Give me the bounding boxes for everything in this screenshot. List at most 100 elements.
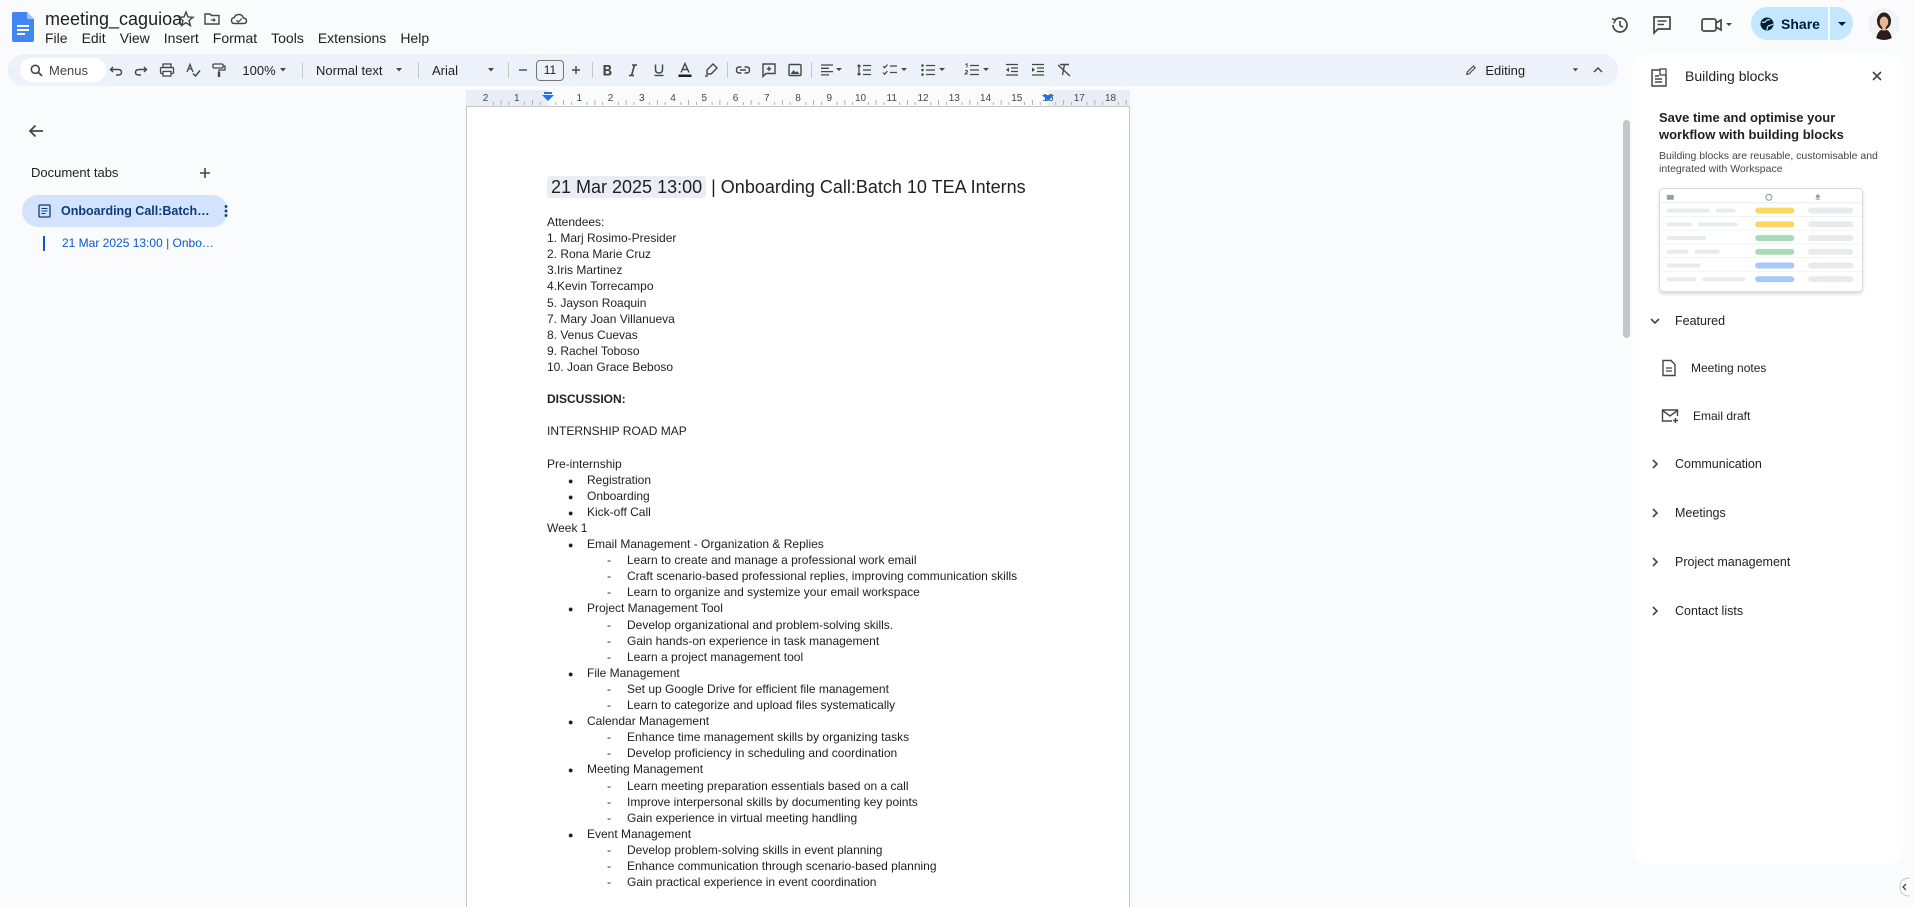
document-heading[interactable]: 21 Mar 2025 13:00 | Onboarding Call:Batc… (547, 176, 1026, 198)
cloud-status-icon[interactable] (229, 9, 249, 29)
ruler-label: 8 (795, 93, 801, 104)
share-button[interactable]: Share (1751, 7, 1828, 40)
insert-link-button[interactable] (733, 58, 753, 82)
toolbar-divider (302, 62, 303, 78)
menus-search-label: Menus (49, 62, 89, 78)
comments-icon[interactable] (1649, 12, 1675, 38)
sub-bullet-item: Craft scenario-based professional replie… (607, 569, 1017, 583)
ruler-label: 7 (764, 93, 770, 104)
sub-bullet-item: Learn to categorize and upload files sys… (607, 698, 895, 712)
menu-tools[interactable]: Tools (264, 28, 311, 50)
highlight-color-button[interactable] (701, 58, 721, 82)
font-family-select[interactable]: Arial (424, 58, 502, 82)
featured-item-meeting-notes[interactable]: Meeting notes (1661, 359, 1766, 377)
sub-bullet-item: Gain hands-on experience in task managem… (607, 634, 879, 648)
section-heading: DISCUSSION: (547, 392, 626, 407)
menus-search[interactable]: Menus (20, 58, 106, 82)
paragraph-line: 5. Jayson Roaquin (547, 295, 647, 310)
back-arrow-icon[interactable] (24, 119, 48, 143)
avatar[interactable] (1868, 8, 1900, 40)
document-title[interactable]: meeting_caguioa (45, 9, 182, 30)
decrease-indent-button[interactable] (1002, 58, 1022, 82)
align-select[interactable] (818, 58, 846, 82)
docs-logo-icon[interactable] (12, 12, 34, 42)
bold-button[interactable] (597, 58, 617, 82)
star-icon[interactable] (176, 9, 196, 29)
category-contact-lists[interactable]: Contact lists (1649, 604, 1743, 618)
share-options-button[interactable] (1830, 7, 1853, 40)
menu-extensions[interactable]: Extensions (311, 28, 393, 50)
category-meetings[interactable]: Meetings (1649, 506, 1726, 520)
menu-format[interactable]: Format (206, 28, 264, 50)
underline-button[interactable] (649, 58, 669, 82)
ruler-label: 10 (855, 93, 867, 104)
close-icon[interactable] (1871, 70, 1883, 82)
paragraph-style-select[interactable]: Normal text (310, 58, 410, 82)
spelling-check-button[interactable] (182, 58, 204, 82)
italic-button[interactable] (623, 58, 643, 82)
toolbar-divider (811, 62, 812, 78)
paragraph-line: 4.Kevin Torrecampo (547, 279, 654, 294)
editing-mode-select[interactable]: Editing (1455, 58, 1580, 82)
paragraph-style-value: Normal text (316, 62, 383, 78)
category-project-management[interactable]: Project management (1649, 555, 1790, 569)
menu-edit[interactable]: Edit (75, 28, 113, 50)
paint-format-button[interactable] (208, 58, 230, 82)
menu-view[interactable]: View (113, 28, 157, 50)
ruler-label: 9 (826, 93, 832, 104)
add-tab-icon[interactable] (196, 164, 214, 182)
collapse-side-panel-icon[interactable] (1896, 876, 1910, 898)
hide-menus-button[interactable] (1588, 58, 1608, 82)
text-color-button[interactable] (675, 58, 695, 82)
category-communication[interactable]: Communication (1649, 457, 1762, 471)
caret-down-icon (1572, 68, 1579, 72)
menu-insert[interactable]: Insert (157, 28, 206, 50)
redo-button[interactable] (130, 58, 152, 82)
print-button[interactable] (156, 58, 178, 82)
font-size-input[interactable]: 11 (536, 60, 564, 81)
undo-button[interactable] (105, 58, 127, 82)
checklist-select[interactable] (880, 58, 912, 82)
align-left-icon (821, 64, 842, 76)
insert-image-button[interactable] (785, 58, 805, 82)
date-chip[interactable]: 21 Mar 2025 13:00 (547, 176, 707, 198)
globe-icon (1760, 17, 1774, 30)
featured-item-email-draft[interactable]: Email draft (1661, 408, 1750, 424)
italic-icon (629, 64, 637, 77)
sub-bullet-item: Develop organizational and problem-solvi… (607, 618, 893, 632)
featured-item-label: Email draft (1693, 409, 1751, 423)
zoom-select[interactable]: 100% (236, 58, 296, 82)
document-page[interactable]: 21 Mar 2025 13:00 | Onboarding Call:Batc… (466, 106, 1130, 907)
outline-heading-link[interactable]: 21 Mar 2025 13:00 | Onboarding Call:Batc… (62, 236, 214, 250)
link-icon (735, 66, 751, 74)
scrollbar-thumb[interactable] (1623, 120, 1630, 338)
meet-video-icon[interactable] (1699, 12, 1735, 38)
insert-comment-button[interactable] (759, 58, 779, 82)
ruler-label: 12 (917, 93, 929, 104)
illustration-mark (1808, 207, 1854, 214)
sub-bullet-item: Gain experience in virtual meeting handl… (607, 811, 857, 825)
featured-section-toggle[interactable]: Featured (1649, 314, 1725, 328)
building-blocks-panel: Building blocks Save time and optimise y… (1633, 54, 1903, 864)
horizontal-ruler[interactable]: 21123456789101112131415161718 (466, 90, 1130, 106)
bulleted-list-select[interactable] (918, 58, 950, 82)
more-options-icon[interactable] (218, 203, 234, 219)
document-tab-onboarding[interactable]: Onboarding Call:Batch 10 TEA Interns (22, 195, 228, 227)
increase-indent-button[interactable] (1028, 58, 1048, 82)
bullet-item: Meeting Management (568, 762, 703, 777)
pencil-icon (1466, 65, 1476, 76)
menu-help[interactable]: Help (393, 28, 436, 50)
share-button-group: Share (1751, 7, 1853, 40)
underline-icon (654, 64, 664, 77)
clear-formatting-button[interactable] (1054, 58, 1074, 82)
decrease-font-size-button[interactable] (513, 58, 533, 82)
panel-title: Building blocks (1685, 68, 1779, 84)
chevron-right-icon (1652, 459, 1659, 469)
numbered-list-select[interactable] (962, 58, 994, 82)
version-history-icon[interactable] (1607, 12, 1633, 38)
menu-file[interactable]: File (38, 28, 75, 50)
increase-font-size-button[interactable] (566, 58, 586, 82)
line-spacing-button[interactable] (854, 58, 874, 82)
checklist-icon (882, 64, 907, 76)
move-to-folder-icon[interactable] (202, 9, 222, 29)
